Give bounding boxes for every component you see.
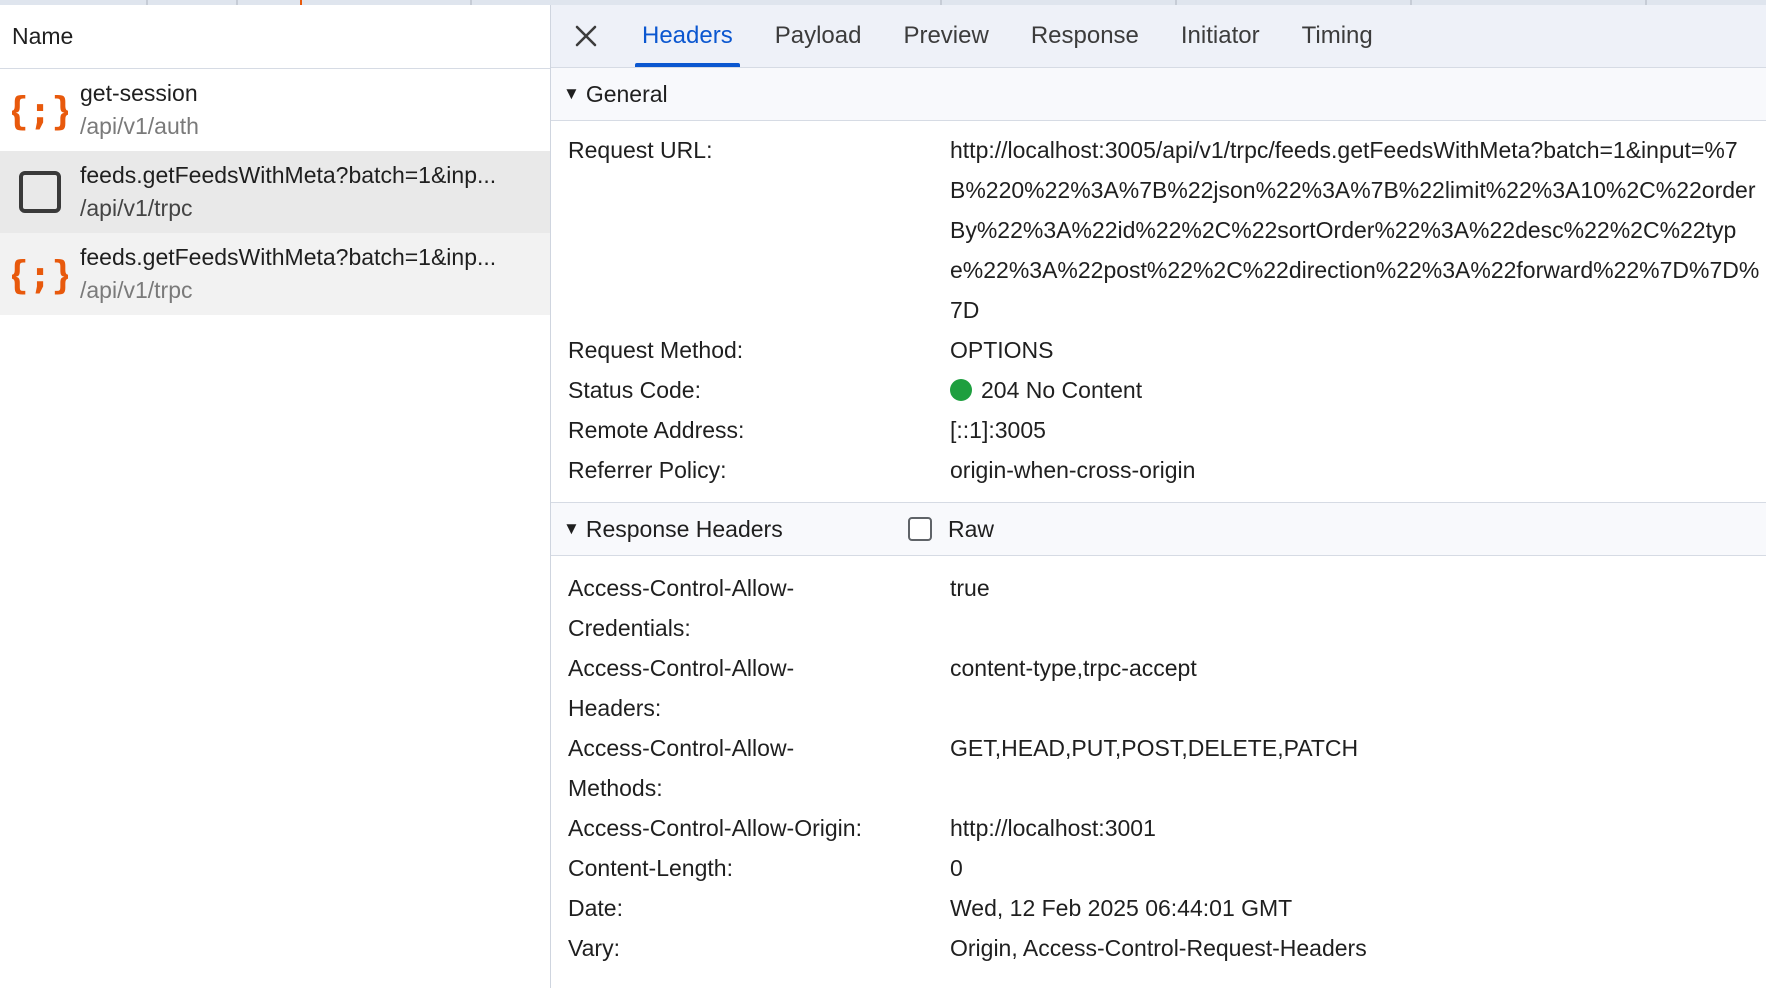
remote-address-row: Remote Address: [::1]:3005: [551, 410, 1766, 450]
remote-address-value: [::1]:3005: [950, 417, 1046, 443]
tab-initiator[interactable]: Initiator: [1160, 5, 1281, 67]
raw-toggle[interactable]: Raw: [908, 516, 994, 543]
svg-text:{;}: {;}: [12, 253, 68, 297]
response-header-value: content-type,trpc-accept: [950, 655, 1197, 681]
response-header-key: Access-Control-Allow-Methods:: [568, 735, 795, 801]
response-header-row: Access-Control-Allow-Headers: content-ty…: [551, 648, 1766, 728]
referrer-policy-value: origin-when-cross-origin: [950, 457, 1196, 483]
general-section-header[interactable]: ▼ General: [551, 68, 1766, 121]
status-code-row: Status Code: 204 No Content: [551, 370, 1766, 410]
request-row[interactable]: {;} get-session /api/v1/auth: [0, 69, 550, 151]
request-url-key: Request URL:: [568, 137, 713, 163]
response-header-row: Access-Control-Allow-Methods: GET,HEAD,P…: [551, 728, 1766, 808]
request-path: /api/v1/trpc: [80, 277, 193, 303]
preflight-square-icon: [0, 168, 80, 216]
response-header-row: Date: Wed, 12 Feb 2025 06:44:01 GMT: [551, 888, 1766, 928]
response-header-value: Wed, 12 Feb 2025 06:44:01 GMT: [950, 895, 1293, 921]
response-header-key: Access-Control-Allow-Origin:: [568, 815, 862, 841]
detail-tab-bar: Headers Payload Preview Response Initiat…: [551, 5, 1766, 68]
raw-checkbox[interactable]: [908, 517, 932, 541]
general-section-title: General: [585, 80, 668, 107]
request-row[interactable]: {;} feeds.getFeedsWithMeta?batch=1&inp..…: [0, 233, 550, 315]
general-section-body: Request URL: http://localhost:3005/api/v…: [551, 121, 1766, 503]
request-method-key: Request Method:: [568, 337, 744, 363]
remote-address-key: Remote Address:: [568, 417, 745, 443]
collapse-triangle-icon: ▼: [563, 519, 580, 538]
response-header-row: Vary: Origin, Access-Control-Request-Hea…: [551, 928, 1766, 968]
fetch-braces-icon: {;}: [0, 86, 80, 134]
response-header-row: Access-Control-Allow-Origin: http://loca…: [551, 808, 1766, 848]
tab-timing[interactable]: Timing: [1281, 5, 1394, 67]
name-column-label: Name: [12, 23, 74, 49]
response-header-key: Date:: [568, 895, 623, 921]
request-detail-panel: Headers Payload Preview Response Initiat…: [551, 5, 1766, 988]
status-code-key: Status Code:: [568, 377, 701, 403]
request-url-row: Request URL: http://localhost:3005/api/v…: [551, 130, 1766, 330]
request-path: /api/v1/trpc: [80, 195, 193, 221]
response-headers-title: Response Headers: [585, 515, 783, 542]
response-header-row: Access-Control-Allow-Credentials: true: [551, 568, 1766, 648]
collapse-triangle-icon: ▼: [563, 84, 580, 103]
response-header-value: 0: [950, 855, 963, 881]
svg-text:{;}: {;}: [12, 89, 68, 133]
close-icon: [575, 25, 597, 47]
referrer-policy-row: Referrer Policy: origin-when-cross-origi…: [551, 450, 1766, 490]
request-path: /api/v1/auth: [80, 113, 199, 139]
status-ok-dot-icon: [950, 379, 972, 401]
tab-preview[interactable]: Preview: [882, 5, 1009, 67]
response-header-key: Access-Control-Allow-Credentials:: [568, 575, 795, 641]
request-name: get-session: [80, 80, 198, 106]
response-headers-section-header[interactable]: ▼ Response Headers Raw: [551, 503, 1766, 556]
request-row-selected[interactable]: feeds.getFeedsWithMeta?batch=1&inp... /a…: [0, 151, 550, 233]
response-header-value: true: [950, 575, 990, 601]
request-name: feeds.getFeedsWithMeta?batch=1&inp...: [80, 244, 497, 270]
tab-response[interactable]: Response: [1010, 5, 1160, 67]
response-header-key: Content-Length:: [568, 855, 733, 881]
status-code-value: 204 No Content: [981, 377, 1143, 403]
fetch-braces-icon: {;}: [0, 250, 80, 298]
request-list-panel: Name {;} get-session /api/v1/auth feeds.…: [0, 5, 551, 988]
raw-label: Raw: [948, 515, 995, 542]
response-headers-body: Access-Control-Allow-Credentials: true A…: [551, 556, 1766, 968]
response-header-value: Origin, Access-Control-Request-Headers: [950, 935, 1367, 961]
response-header-value: http://localhost:3001: [950, 815, 1156, 841]
close-detail-button[interactable]: [551, 5, 621, 67]
referrer-policy-key: Referrer Policy:: [568, 457, 727, 483]
response-header-key: Vary:: [568, 935, 620, 961]
response-header-value: GET,HEAD,PUT,POST,DELETE,PATCH: [950, 735, 1359, 761]
request-method-value: OPTIONS: [950, 337, 1054, 363]
request-name: feeds.getFeedsWithMeta?batch=1&inp...: [80, 162, 497, 188]
name-column-header[interactable]: Name: [0, 5, 550, 69]
response-header-row: Content-Length: 0: [551, 848, 1766, 888]
request-method-row: Request Method: OPTIONS: [551, 330, 1766, 370]
tab-payload[interactable]: Payload: [754, 5, 883, 67]
response-header-key: Access-Control-Allow-Headers:: [568, 655, 795, 721]
status-code-value-wrap: 204 No Content: [950, 370, 1766, 410]
request-url-value: http://localhost:3005/api/v1/trpc/feeds.…: [950, 137, 1760, 323]
tab-headers[interactable]: Headers: [621, 5, 754, 67]
